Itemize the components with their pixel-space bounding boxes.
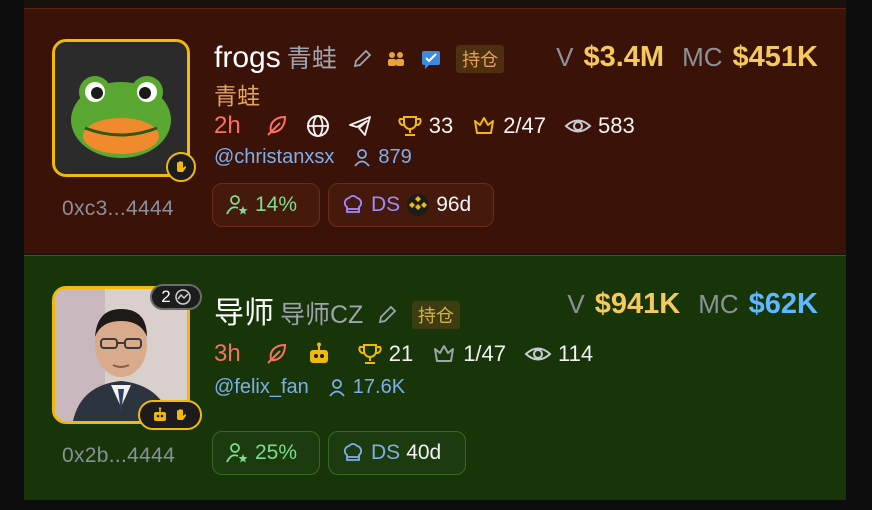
hand-badge bbox=[166, 152, 196, 182]
age-text: 2h bbox=[214, 112, 241, 139]
holder-chip[interactable]: 25% bbox=[212, 431, 320, 475]
count-badge: 2 bbox=[150, 284, 202, 310]
token-second-name: 青蛙 bbox=[214, 83, 260, 109]
crown-icon bbox=[431, 341, 457, 367]
list-bottom-edge bbox=[24, 500, 846, 510]
globe-icon[interactable] bbox=[305, 113, 331, 139]
edit-icon[interactable] bbox=[351, 48, 373, 70]
user-icon bbox=[327, 378, 347, 398]
user-star-icon bbox=[225, 193, 249, 217]
feather-icon[interactable] bbox=[263, 341, 289, 367]
trophy-count: 21 bbox=[388, 341, 414, 366]
crown-count: 2/47 bbox=[503, 113, 547, 138]
twitter-handle[interactable]: @christanxsx bbox=[214, 146, 334, 169]
ds-label: DS bbox=[371, 193, 401, 216]
trophy-icon bbox=[357, 341, 383, 367]
age-text: 3h bbox=[214, 340, 241, 367]
token-address[interactable]: 0x2b...4444 bbox=[62, 444, 175, 468]
views-count: 583 bbox=[598, 113, 635, 138]
token-address[interactable]: 0xc3...4444 bbox=[62, 197, 174, 221]
token-subname: 导师CZ bbox=[280, 301, 364, 329]
dev-chip[interactable]: DS 40d bbox=[328, 431, 466, 475]
hand-icon bbox=[177, 409, 187, 420]
chart-icon bbox=[174, 289, 191, 305]
chat-verified-icon[interactable] bbox=[420, 48, 442, 70]
people-icon[interactable] bbox=[385, 48, 407, 70]
stats-row: 2h 33 2/47 583 bbox=[214, 111, 653, 141]
social-row: @christanxsx 879 bbox=[214, 146, 412, 169]
eye-icon bbox=[564, 113, 592, 139]
token-title: 导师 导师CZ 持仓 bbox=[214, 288, 461, 332]
token-name[interactable]: 导师 bbox=[214, 297, 274, 330]
mc-label: MC bbox=[682, 42, 723, 72]
token-card[interactable]: 2 0x2b...4444 导师 导师CZ 持仓 V $941K MC $62K … bbox=[24, 255, 846, 501]
volume-label: V bbox=[567, 289, 585, 319]
holder-chip[interactable]: 14% bbox=[212, 183, 320, 227]
volume-label: V bbox=[556, 42, 574, 72]
followers-count: 17.6K bbox=[352, 376, 406, 398]
ds-label: DS bbox=[371, 441, 401, 464]
edit-icon[interactable] bbox=[376, 304, 398, 326]
trophy-icon bbox=[397, 113, 423, 139]
crown-count: 1/47 bbox=[463, 341, 507, 366]
metrics: V $941K MC $62K bbox=[567, 288, 818, 321]
robot-icon bbox=[154, 407, 166, 421]
volume-value: $3.4M bbox=[583, 41, 665, 73]
chef-hat-icon bbox=[341, 441, 365, 465]
token-card[interactable]: 0xc3...4444 frogs 青蛙 持仓 青蛙 V $3.4M MC $45… bbox=[24, 8, 846, 254]
feather-icon[interactable] bbox=[263, 113, 289, 139]
views-count: 114 bbox=[558, 341, 594, 366]
followers-count: 879 bbox=[378, 146, 412, 168]
telegram-icon[interactable] bbox=[347, 113, 373, 139]
metrics: V $3.4M MC $451K bbox=[556, 41, 818, 74]
mc-value: $62K bbox=[748, 288, 818, 320]
twitter-handle[interactable]: @felix_fan bbox=[214, 376, 309, 399]
holding-tag: 持仓 bbox=[456, 45, 505, 74]
robot-icon[interactable] bbox=[305, 341, 333, 367]
bot-hand-badge bbox=[138, 400, 202, 430]
dev-chip[interactable]: DS 96d bbox=[328, 183, 494, 227]
user-star-icon bbox=[225, 441, 249, 465]
mc-label: MC bbox=[698, 289, 739, 319]
badge-count: 2 bbox=[161, 287, 171, 306]
holding-tag: 持仓 bbox=[412, 301, 461, 330]
mc-value: $451K bbox=[732, 41, 818, 73]
volume-value: $941K bbox=[594, 288, 681, 320]
hand-icon bbox=[177, 161, 187, 172]
ds-days: 96d bbox=[436, 193, 472, 216]
holder-percent: 14% bbox=[255, 193, 298, 216]
user-icon bbox=[352, 148, 372, 168]
frog-image bbox=[55, 42, 187, 174]
token-subname: 青蛙 bbox=[286, 45, 337, 73]
holder-percent: 25% bbox=[255, 441, 298, 464]
trophy-count: 33 bbox=[428, 113, 454, 138]
stats-row: 3h 21 1/47 114 bbox=[214, 339, 611, 369]
crown-icon bbox=[471, 113, 497, 139]
social-row: @felix_fan 17.6K bbox=[214, 376, 405, 399]
token-name[interactable]: frogs bbox=[214, 41, 281, 74]
bnb-icon bbox=[406, 193, 430, 217]
chef-hat-icon bbox=[341, 193, 365, 217]
ds-days: 40d bbox=[406, 441, 442, 464]
eye-icon bbox=[524, 341, 552, 367]
token-title: frogs 青蛙 持仓 bbox=[214, 39, 505, 75]
